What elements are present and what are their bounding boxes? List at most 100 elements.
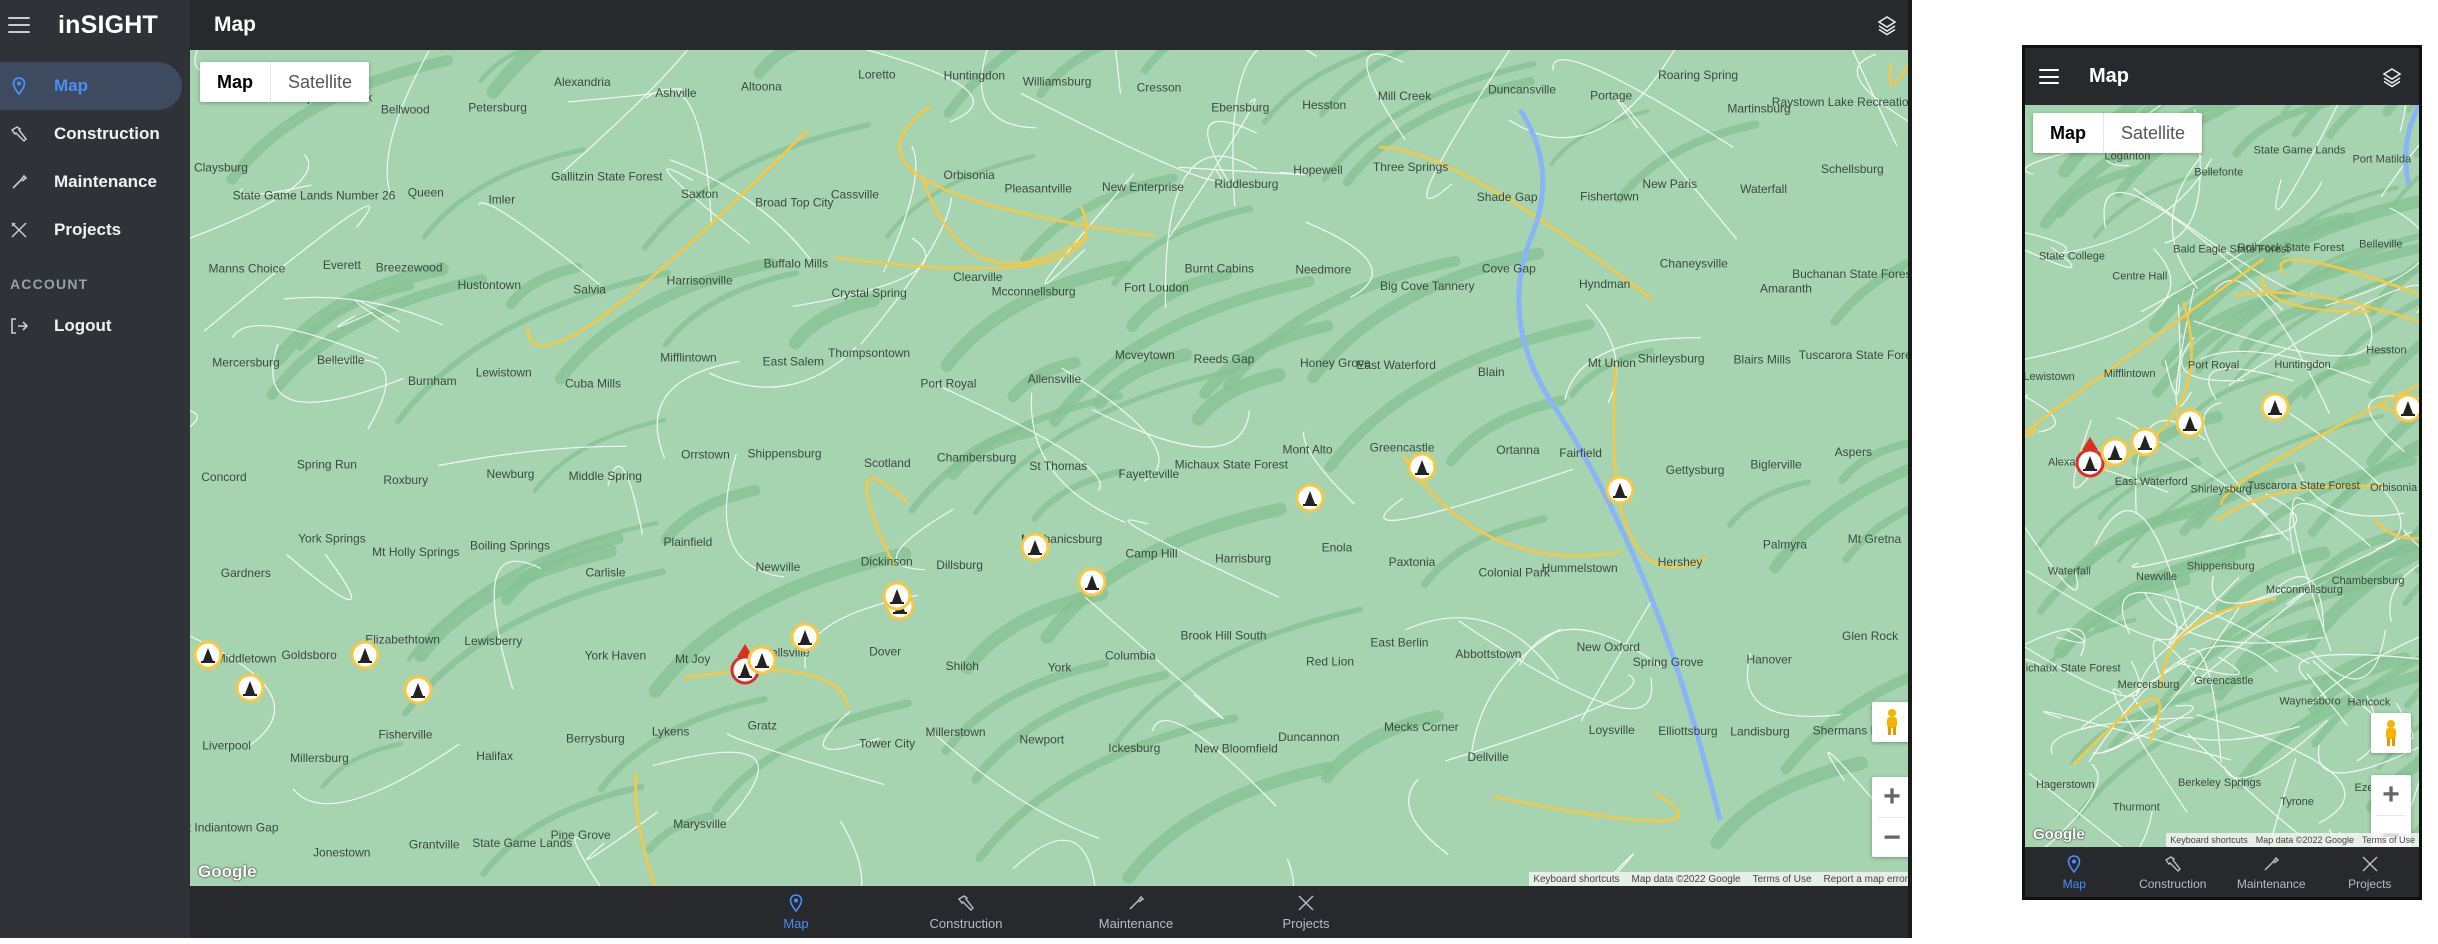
place-label: Dover [869,644,901,658]
place-label: Dillsburg [936,558,983,572]
place-label: Ickesburg [1108,741,1160,755]
desktop-app: inSIGHT Map Construction Maintenance Pro… [0,0,1912,944]
place-label: Ashville [655,86,697,100]
keyboard-shortcuts-link[interactable]: Keyboard shortcuts [2170,835,2248,845]
place-label: Waterfall [2048,566,2091,578]
wrench-icon [1129,895,1145,910]
place-label: Mt Union [1588,356,1636,370]
construction-marker-icon[interactable] [193,640,223,670]
hamburger-menu-icon[interactable] [2039,69,2059,84]
construction-marker-icon[interactable] [1077,567,1107,597]
construction-marker-icon[interactable] [2130,427,2160,457]
place-label: Alexandria [554,75,611,89]
map-attribution: Keyboard shortcuts Map data ©2022 Google… [2166,833,2419,847]
layers-icon[interactable] [2381,66,2403,88]
construction-marker-icon[interactable] [2393,393,2419,423]
bottom-nav-label: Map [2062,876,2086,891]
map-background: HowardLogantonBellefonteState Game Lands… [2025,105,2419,847]
place-label: Shippensburg [748,447,822,461]
zoom-in-button[interactable]: + [2371,775,2411,815]
place-label: Raystown Lake Recreation Area [1772,95,1912,109]
terms-link[interactable]: Terms of Use [1753,874,1812,885]
place-label: Dellville [1467,750,1509,764]
sidebar-item-projects[interactable]: Projects [0,206,190,254]
construction-marker-icon[interactable] [403,675,433,705]
construction-marker-icon[interactable] [1020,532,1050,562]
construction-marker-icon[interactable] [2075,437,2105,478]
place-label: Mcconnellsburg [992,284,1076,298]
sidebar-item-construction[interactable]: Construction [0,110,190,158]
bottom-nav-projects[interactable]: Projects [1221,886,1391,938]
report-error-link[interactable]: Report a map error [1824,874,1908,885]
street-view-pegman-icon[interactable] [1872,702,1912,742]
map-type-satellite-button[interactable]: Satellite [271,62,369,102]
construction-marker-icon[interactable] [2260,392,2290,422]
bottom-nav-label: Map [783,916,809,931]
place-label: Spring Run [297,458,357,472]
construction-marker-icon[interactable] [235,673,265,703]
bottom-nav-map[interactable]: Map [711,886,881,938]
bottom-nav-projects[interactable]: Projects [2321,847,2420,897]
sidebar-item-map[interactable]: Map [0,62,182,110]
map-view[interactable]: HowardLogantonBellefonteState Game Lands… [2025,105,2419,847]
construction-marker-icon[interactable] [350,640,380,670]
mobile-bottom-nav: Map Construction Maintenance Projects [2025,847,2419,897]
bottom-nav-maintenance[interactable]: Maintenance [2222,847,2321,897]
bottom-nav-construction[interactable]: Construction [2124,847,2223,897]
construction-marker-icon[interactable] [1295,483,1325,513]
bottom-nav-maintenance[interactable]: Maintenance [1051,886,1221,938]
zoom-out-button[interactable]: − [1872,818,1912,858]
place-label: Williamsburg [1023,75,1092,89]
place-label: Roaring Spring [1658,68,1738,82]
map-attribution: Keyboard shortcuts Map data ©2022 Google… [1529,872,1912,886]
place-label: Chambersburg [2332,575,2405,587]
place-label: Enola [1322,541,1353,555]
place-label: Boiling Springs [470,538,550,552]
place-label: State Game Lands [2254,144,2346,156]
construction-marker-icon[interactable] [2175,408,2205,438]
logout-button[interactable]: Logout [0,302,190,350]
place-label: Brook Hill South [1181,628,1267,642]
place-label: Duncansville [1488,83,1556,97]
place-label: Shirleysburg [1638,351,1705,365]
place-label: Biglerville [1750,458,1802,472]
terms-link[interactable]: Terms of Use [2362,835,2415,845]
place-label: New Enterprise [1102,180,1184,194]
bottom-nav-label: Projects [2348,876,2392,891]
construction-marker-icon[interactable] [882,581,912,611]
hammer-icon [2164,855,2181,872]
place-label: Aspers [1835,445,1872,459]
construction-marker-icon[interactable] [1407,452,1437,482]
google-logo: Google [198,862,257,881]
place-label: Mill Creek [1378,89,1432,103]
place-label: Crystal Spring [832,286,907,300]
map-type-satellite-button[interactable]: Satellite [2104,113,2202,153]
bottom-nav-map[interactable]: Map [2025,847,2124,897]
hamburger-menu-icon[interactable] [8,17,30,33]
layers-icon[interactable] [1876,14,1898,36]
construction-marker-icon[interactable] [790,622,820,652]
bottom-nav-construction[interactable]: Construction [881,886,1051,938]
construction-marker-icon[interactable] [2100,437,2130,467]
place-label: Berkeley Springs [2178,777,2262,789]
place-label: Newville [2136,571,2177,583]
place-label: Hagerstown [2036,779,2095,791]
sidebar-item-label: Construction [54,124,160,143]
construction-marker-icon[interactable] [1605,475,1635,505]
place-label: Carlisle [585,566,625,580]
place-label: Blain [1478,365,1505,379]
wrench-icon [2264,856,2280,871]
place-label: Glen Rock [1842,629,1899,643]
place-label: Loysville [1589,723,1635,737]
keyboard-shortcuts-link[interactable]: Keyboard shortcuts [1533,874,1619,885]
map-view[interactable]: TiptonSpruce CreekBellwoodPetersburgAlex… [190,50,1912,886]
page-title: Map [2089,65,2129,87]
sidebar-item-maintenance[interactable]: Maintenance [0,158,190,206]
map-type-map-button[interactable]: Map [2033,113,2104,153]
place-label: Middle Spring [569,469,642,483]
place-label: Fisherville [378,727,432,741]
construction-marker-icon[interactable] [747,645,777,675]
map-type-map-button[interactable]: Map [200,62,271,102]
zoom-in-button[interactable]: + [1872,777,1912,817]
street-view-pegman-icon[interactable] [2371,713,2411,753]
